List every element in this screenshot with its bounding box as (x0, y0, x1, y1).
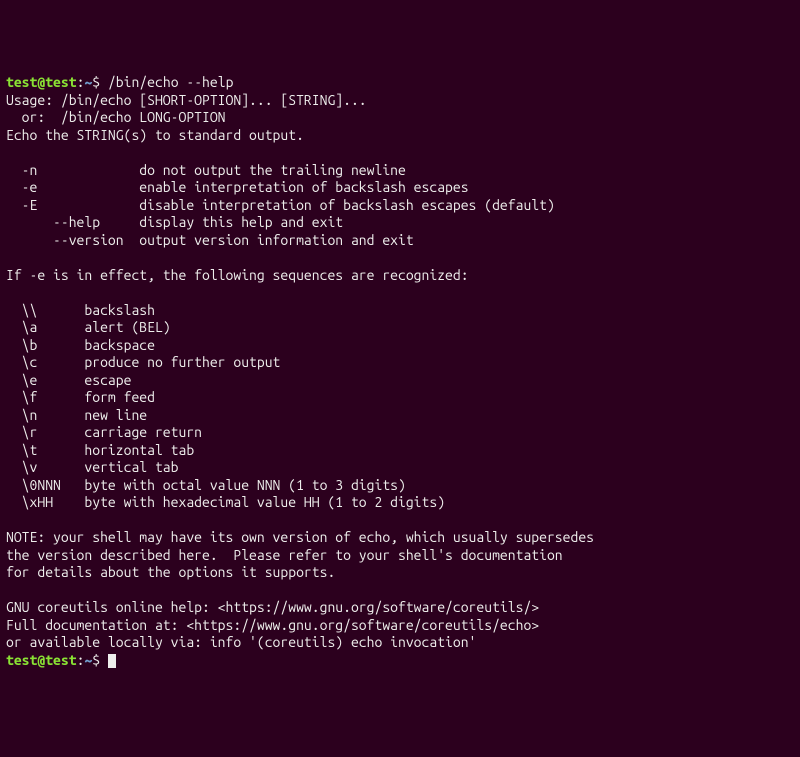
output-line: the version described here. Please refer… (6, 547, 563, 563)
output-line: Usage: /bin/echo [SHORT-OPTION]... [STRI… (6, 92, 367, 108)
output-line: \0NNN byte with octal value NNN (1 to 3 … (6, 477, 406, 493)
output-line: \\ backslash (6, 302, 155, 318)
output-line: -n do not output the trailing newline (6, 162, 406, 178)
command-text: /bin/echo --help (108, 74, 233, 90)
prompt-host: test (45, 74, 76, 90)
output-line: \a alert (BEL) (6, 319, 171, 335)
output-line: \v vertical tab (6, 459, 178, 475)
output-line: for details about the options it support… (6, 564, 335, 580)
prompt-path: ~ (84, 652, 92, 668)
output-line: NOTE: your shell may have its own versio… (6, 529, 594, 545)
output-line: \r carriage return (6, 424, 202, 440)
output-line: \xHH byte with hexadecimal value HH (1 t… (6, 494, 445, 510)
prompt-user: test (6, 74, 37, 90)
output-line: \t horizontal tab (6, 442, 194, 458)
prompt-at: @ (37, 652, 45, 668)
output-line: or available locally via: info '(coreuti… (6, 634, 476, 650)
prompt-dollar: $ (92, 652, 108, 668)
output-line: \c produce no further output (6, 354, 280, 370)
terminal[interactable]: test@test:~$ /bin/echo --help Usage: /bi… (6, 74, 794, 669)
prompt-line-2: test@test:~$ (6, 652, 116, 668)
output-line: \e escape (6, 372, 131, 388)
cursor-icon (108, 654, 116, 668)
output-line: \b backspace (6, 337, 155, 353)
prompt-user: test (6, 652, 37, 668)
output-line: --version output version information and… (6, 232, 414, 248)
output-line: \f form feed (6, 389, 155, 405)
output-line: \n new line (6, 407, 147, 423)
output-line: -e enable interpretation of backslash es… (6, 179, 469, 195)
prompt-colon: : (77, 652, 85, 668)
prompt-dollar: $ (92, 74, 108, 90)
prompt-host: test (45, 652, 76, 668)
prompt-line-1: test@test:~$ /bin/echo --help (6, 74, 233, 90)
output-line: Full documentation at: <https://www.gnu.… (6, 617, 539, 633)
output-line: or: /bin/echo LONG-OPTION (6, 109, 226, 125)
output-line: Echo the STRING(s) to standard output. (6, 127, 304, 143)
output-line: -E disable interpretation of backslash e… (6, 197, 555, 213)
output-line: If -e is in effect, the following sequen… (6, 267, 469, 283)
output-line: --help display this help and exit (6, 214, 343, 230)
output-line: GNU coreutils online help: <https://www.… (6, 599, 539, 615)
